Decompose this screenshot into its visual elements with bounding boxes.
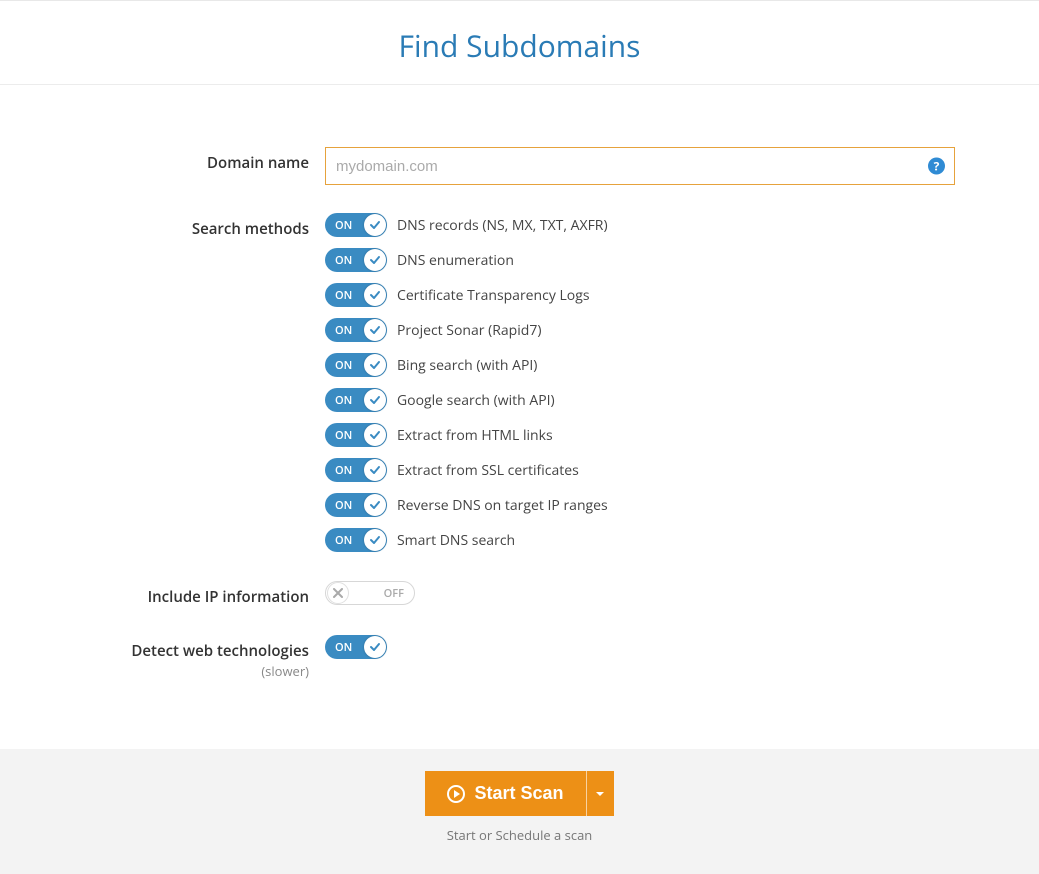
search-methods-row: Search methods ON DNS records (NS, MX, TX… — [80, 213, 959, 563]
help-icon[interactable]: ? — [928, 158, 945, 175]
toggle-on-text: ON — [335, 393, 352, 408]
search-methods-label: Search methods — [80, 213, 325, 563]
toggle-on-text: ON — [335, 428, 352, 443]
scan-dropdown-button[interactable] — [586, 771, 614, 816]
detect-tech-hint: (slower) — [261, 662, 309, 680]
footer-bar: Start Scan Start or Schedule a scan — [0, 749, 1039, 874]
check-icon — [364, 354, 386, 376]
play-icon — [447, 785, 465, 803]
method-toggle[interactable]: ON — [325, 528, 387, 552]
method-line: ON Extract from SSL certificates — [325, 458, 959, 482]
method-label: Extract from HTML links — [397, 426, 553, 445]
check-icon — [364, 494, 386, 516]
include-ip-toggle[interactable]: OFF — [325, 581, 415, 605]
toggle-off-text: OFF — [384, 586, 404, 601]
detect-tech-row: Detect web technologies (slower) ON — [80, 635, 959, 681]
method-label: Reverse DNS on target IP ranges — [397, 496, 608, 515]
toggle-on-text: ON — [335, 358, 352, 373]
start-scan-label: Start Scan — [474, 783, 563, 804]
domain-label: Domain name — [80, 147, 325, 185]
method-label: Extract from SSL certificates — [397, 461, 579, 480]
page-title: Find Subdomains — [0, 25, 1039, 66]
method-toggle[interactable]: ON — [325, 318, 387, 342]
check-icon — [364, 459, 386, 481]
method-line: ON Project Sonar (Rapid7) — [325, 318, 959, 342]
method-label: Google search (with API) — [397, 391, 555, 410]
method-toggle[interactable]: ON — [325, 353, 387, 377]
check-icon — [364, 529, 386, 551]
toggle-on-text: ON — [335, 218, 352, 233]
toggle-on-text: ON — [335, 640, 352, 655]
check-icon — [364, 284, 386, 306]
check-icon — [364, 249, 386, 271]
method-label: Project Sonar (Rapid7) — [397, 321, 541, 340]
check-icon — [364, 389, 386, 411]
method-label: Bing search (with API) — [397, 356, 537, 375]
method-line: ON Google search (with API) — [325, 388, 959, 412]
domain-input[interactable] — [325, 147, 955, 185]
toggle-on-text: ON — [335, 533, 352, 548]
toggle-on-text: ON — [335, 323, 352, 338]
start-scan-button[interactable]: Start Scan — [425, 771, 585, 816]
footer-hint: Start or Schedule a scan — [0, 826, 1039, 844]
method-toggle[interactable]: ON — [325, 388, 387, 412]
include-ip-label: Include IP information — [80, 581, 325, 607]
check-icon — [364, 214, 386, 236]
method-line: ON DNS enumeration — [325, 248, 959, 272]
detect-tech-toggle[interactable]: ON — [325, 635, 387, 659]
method-toggle[interactable]: ON — [325, 458, 387, 482]
check-icon — [364, 636, 386, 658]
method-line: ON Smart DNS search — [325, 528, 959, 552]
method-toggle[interactable]: ON — [325, 493, 387, 517]
toggle-on-text: ON — [335, 288, 352, 303]
method-label: Certificate Transparency Logs — [397, 286, 590, 305]
method-line: ON Certificate Transparency Logs — [325, 283, 959, 307]
check-icon — [364, 424, 386, 446]
form: Domain name ? Search methods ON DNS recor… — [0, 85, 1039, 749]
check-icon — [364, 319, 386, 341]
method-line: ON Extract from HTML links — [325, 423, 959, 447]
method-label: Smart DNS search — [397, 531, 515, 550]
domain-row: Domain name ? — [80, 147, 959, 185]
method-toggle[interactable]: ON — [325, 423, 387, 447]
method-label: DNS records (NS, MX, TXT, AXFR) — [397, 216, 608, 235]
method-line: ON Reverse DNS on target IP ranges — [325, 493, 959, 517]
scan-button-group: Start Scan — [425, 771, 613, 816]
toggle-on-text: ON — [335, 253, 352, 268]
x-icon — [327, 582, 349, 604]
methods-list: ON DNS records (NS, MX, TXT, AXFR) ON DNS e… — [325, 213, 959, 563]
caret-down-icon — [595, 789, 605, 799]
page-header: Find Subdomains — [0, 1, 1039, 85]
method-toggle[interactable]: ON — [325, 213, 387, 237]
method-toggle[interactable]: ON — [325, 248, 387, 272]
method-line: ON DNS records (NS, MX, TXT, AXFR) — [325, 213, 959, 237]
method-line: ON Bing search (with API) — [325, 353, 959, 377]
toggle-on-text: ON — [335, 498, 352, 513]
method-toggle[interactable]: ON — [325, 283, 387, 307]
detect-tech-label: Detect web technologies (slower) — [80, 635, 325, 681]
toggle-on-text: ON — [335, 463, 352, 478]
method-label: DNS enumeration — [397, 251, 514, 270]
include-ip-row: Include IP information OFF — [80, 581, 959, 607]
